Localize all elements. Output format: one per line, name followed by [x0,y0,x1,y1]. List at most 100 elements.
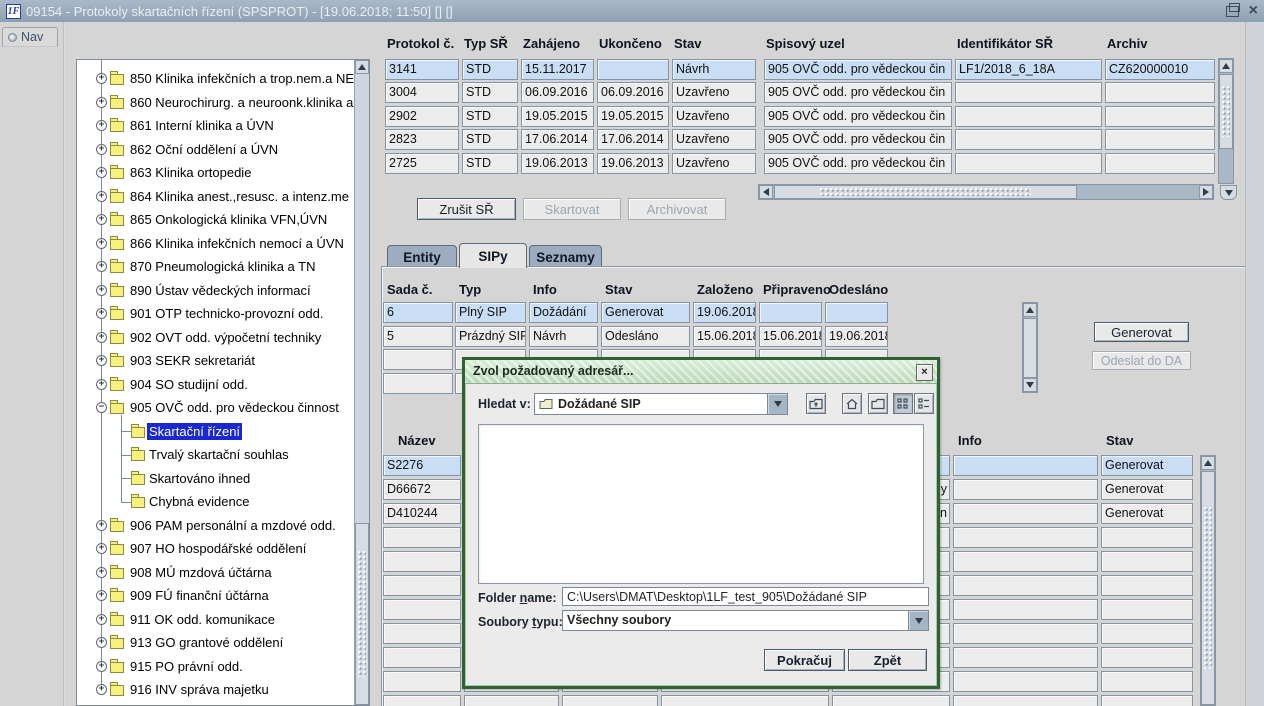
protocol-cell[interactable]: 905 OVČ odd. pro vědeckou čin [764,129,952,150]
tree-item[interactable]: Chybná evidence [77,490,354,514]
protocol-cell[interactable]: 17.06.2014 [597,129,669,150]
tree-item[interactable]: +916 INV správa majetku [77,678,354,702]
tree-expander-icon[interactable]: + [96,167,107,178]
tree-expander-icon[interactable]: + [96,661,107,672]
tree-item[interactable]: +911 OK odd. komunikace [77,608,354,632]
entity-cell[interactable] [1101,575,1193,596]
look-in-combobox[interactable]: Dožádané SIP [534,393,788,415]
protocol-cell[interactable]: Uzavřeno [672,153,756,174]
protocol-cell[interactable]: 2902 [385,106,459,127]
dialog-close-icon[interactable]: × [916,364,933,381]
protocol-cell[interactable] [955,82,1102,103]
tree-item[interactable]: +903 SEKR sekretariát [77,349,354,373]
protocol-cell[interactable] [955,106,1102,127]
scrollbar-thumb[interactable] [1023,318,1037,378]
protocol-cell[interactable]: 3004 [385,82,459,103]
entity-cell[interactable]: Generovat [1101,455,1193,476]
file-type-combobox[interactable]: Všechny soubory [562,610,929,631]
tree-item[interactable]: +907 HO hospodářské oddělení [77,537,354,561]
entity-cell[interactable] [953,551,1098,572]
tree-expander-icon[interactable]: + [96,355,107,366]
protocol-cell[interactable]: Uzavřeno [672,106,756,127]
tree-expander-icon[interactable]: + [96,543,107,554]
file-list-area[interactable] [478,424,924,584]
sip-cell[interactable]: Plný SIP [455,302,526,323]
entity-cell[interactable] [953,695,1098,706]
combo-dropdown-icon[interactable] [908,611,928,630]
entity-cell[interactable] [562,695,658,706]
entity-table-vscrollbar[interactable] [1200,455,1216,706]
generate-button[interactable]: Generovat [1094,322,1189,342]
protocol-table-hscrollbar[interactable] [758,184,1214,200]
tree-expander-icon[interactable]: + [96,332,107,343]
entity-cell[interactable] [1101,671,1193,692]
sip-cell[interactable] [825,302,888,323]
tree-item[interactable]: +906 PAM personální a mzdové odd. [77,514,354,538]
tree-item[interactable]: −905 OVČ odd. pro vědeckou činnost [77,396,354,420]
entity-cell[interactable] [953,671,1098,692]
tree-expander-icon[interactable]: + [96,261,107,272]
tab-entity[interactable]: Entity [387,245,457,268]
entity-cell[interactable] [383,647,461,668]
restore-window-icon[interactable] [1226,6,1239,17]
dialog-title-bar[interactable]: Zvol požadovaný adresář... [465,360,937,384]
tree-item[interactable]: +904 SO studijní odd. [77,373,354,397]
tree-item[interactable]: +909 FÚ finanční účtárna [77,584,354,608]
sip-cell[interactable] [383,349,453,370]
tree-item[interactable]: +865 Onkologická klinika VFN,ÚVN [77,208,354,232]
entity-cell[interactable] [383,551,461,572]
protocol-cell[interactable]: 2823 [385,129,459,150]
protocol-cell[interactable]: 19.05.2015 [597,106,669,127]
sip-cell[interactable]: 15.06.2018 [693,326,756,347]
protocol-cell[interactable]: 905 OVČ odd. pro vědeckou čin [764,82,952,103]
protocol-cell[interactable]: LF1/2018_6_18A [955,59,1102,80]
tree-item[interactable]: Trvalý skartační souhlas [77,443,354,467]
shred-button[interactable]: Skartovat [523,198,621,220]
scroll-left-icon[interactable] [759,185,773,199]
list-view-icon[interactable] [893,393,913,414]
protocol-cell[interactable]: CZ620000010 [1105,59,1215,80]
entity-cell[interactable] [1101,551,1193,572]
tree-item[interactable]: +861 Interní klinika a ÚVN [77,114,354,138]
tab-seznamy[interactable]: Seznamy [529,245,602,268]
protocol-cell[interactable] [1105,106,1215,127]
protocol-cell[interactable]: 06.09.2016 [597,82,669,103]
sip-cell[interactable]: Dožádání [529,302,598,323]
tree-expander-icon[interactable]: + [96,614,107,625]
folder-name-field[interactable]: C:\Users\DMAT\Desktop\1LF_test_905\Dožád… [562,587,929,606]
entity-cell[interactable] [661,695,829,706]
tree-scrollbar[interactable] [354,60,369,705]
protocol-cell[interactable]: 19.05.2015 [521,106,594,127]
sip-cell[interactable]: 5 [383,326,453,347]
tree-expander-icon[interactable]: + [96,214,107,225]
tree-item[interactable]: +860 Neurochirurg. a neuroonk.klinika a [77,91,354,115]
entity-cell[interactable] [383,575,461,596]
protocol-cell[interactable]: 15.11.2017 [521,59,594,80]
entity-cell[interactable] [383,671,461,692]
entity-cell[interactable]: D66672 [383,479,461,500]
entity-cell[interactable] [1101,599,1193,620]
scroll-up-icon[interactable] [1201,456,1215,470]
protocol-cell[interactable] [1105,153,1215,174]
tree-expander-icon[interactable]: − [96,402,107,413]
entity-cell[interactable] [383,527,461,548]
entity-cell[interactable] [1101,695,1193,706]
tree-item[interactable]: Skartační řízení [77,420,354,444]
tree-item[interactable]: +864 Klinika anest.,resusc. a intenz.me [77,185,354,209]
protocol-cell[interactable]: 17.06.2014 [521,129,594,150]
send-to-da-button[interactable]: Odeslat do DA [1092,351,1191,370]
entity-cell[interactable]: Generovat [1101,503,1193,524]
scrollbar-thumb[interactable] [355,523,369,705]
protocol-cell[interactable]: 3141 [385,59,459,80]
protocol-cell[interactable]: Uzavřeno [672,129,756,150]
tree-item[interactable]: Skartováno ihned [77,467,354,491]
tree-item[interactable]: +908 MÚ mzdová účtárna [77,561,354,585]
scroll-up-icon[interactable] [1219,59,1233,73]
sip-cell[interactable]: 6 [383,302,453,323]
scroll-down-button[interactable] [1220,185,1237,200]
scroll-right-icon[interactable] [1199,185,1213,199]
tree-expander-icon[interactable]: + [96,637,107,648]
scrollbar-thumb[interactable] [1219,74,1233,149]
protocol-table-vscrollbar[interactable] [1218,58,1234,184]
entity-cell[interactable] [953,527,1098,548]
